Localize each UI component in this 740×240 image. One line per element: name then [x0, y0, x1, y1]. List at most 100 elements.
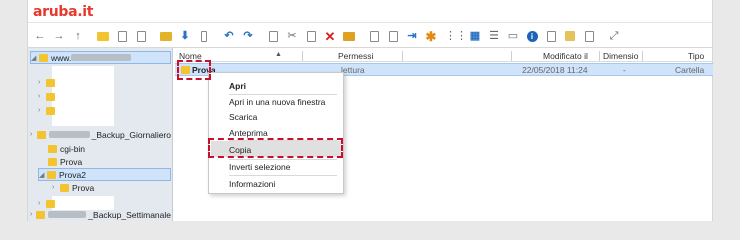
highlight-frame-file	[177, 60, 211, 80]
aruba-logo: aruba.it	[33, 4, 94, 20]
tree-item[interactable]: ›	[38, 104, 58, 117]
undo-icon[interactable]: ↶	[221, 28, 237, 44]
column-permissions[interactable]: Permessi	[338, 51, 373, 61]
edit-icon[interactable]	[543, 28, 559, 44]
tree-item-prova2[interactable]: ◢ Prova2	[38, 168, 171, 181]
new-file-icon[interactable]	[114, 28, 130, 44]
folder-icon	[46, 78, 55, 87]
redacted-area	[52, 66, 114, 126]
fullscreen-icon[interactable]: ⤢	[606, 28, 622, 44]
upload-icon[interactable]	[158, 28, 174, 44]
column-divider[interactable]	[599, 51, 600, 61]
tree-item-backup-daily[interactable]: › _Backup_Giornaliero	[30, 128, 171, 141]
delete-icon[interactable]: ✕	[322, 28, 338, 44]
file-permissions: lettura	[341, 65, 365, 75]
tree-root[interactable]: ◢ www.	[30, 51, 171, 64]
info-icon[interactable]: i	[524, 28, 540, 44]
folder-icon	[47, 170, 56, 179]
menu-item-open-new-window[interactable]: Apri in una nuova finestra	[229, 97, 325, 107]
tree-item[interactable]: ›	[38, 90, 58, 103]
chevron-right-icon[interactable]: ›	[30, 131, 37, 138]
extract-icon[interactable]: ⇥	[404, 28, 420, 44]
archive-icon[interactable]	[341, 28, 357, 44]
duplicate-icon[interactable]	[366, 28, 382, 44]
toolbar: ← → ↑ ⬇ ↶ ↷ ✂ ✕ ⇥ ✱ ⋮⋮ ▦ ☰ ▭ i ⤢	[28, 26, 712, 46]
divider	[28, 22, 712, 23]
menu-separator	[229, 175, 337, 176]
column-divider[interactable]	[642, 51, 643, 61]
view-icons-icon[interactable]: ▦	[467, 28, 483, 44]
menu-separator	[229, 159, 337, 160]
chevron-down-icon[interactable]: ◢	[39, 171, 47, 179]
tree-item-label: _Backup_Settimanale	[88, 209, 171, 220]
cut-icon[interactable]: ✂	[284, 28, 300, 44]
menu-item-download[interactable]: Scarica	[229, 112, 257, 122]
folder-icon	[36, 210, 46, 219]
chevron-right-icon[interactable]: ›	[38, 200, 46, 207]
folder-tree[interactable]: ◢ www. › › › › _Backup_Giornaliero cgi-b…	[28, 48, 173, 221]
file-type: Cartella	[675, 65, 705, 75]
tree-item-label: Prova	[72, 182, 95, 193]
copy-icon[interactable]	[265, 28, 281, 44]
folder-icon	[46, 106, 55, 115]
folder-icon	[46, 199, 55, 208]
image-icon[interactable]	[562, 28, 578, 44]
tree-item-label: Prova2	[59, 169, 86, 180]
back-icon[interactable]: ←	[32, 28, 48, 44]
file-manager-window: aruba.it ← → ↑ ⬇ ↶ ↷ ✂ ✕ ⇥ ✱ ⋮⋮ ▦ ☰ ▭ i	[27, 0, 713, 221]
redo-icon[interactable]: ↷	[240, 28, 256, 44]
folder-icon	[36, 130, 46, 139]
file-modified: 22/05/2018 11:24	[522, 65, 588, 75]
column-size[interactable]: Dimensio	[603, 51, 638, 61]
column-divider[interactable]	[302, 51, 303, 61]
new-folder-icon[interactable]	[95, 28, 111, 44]
redacted-text	[71, 54, 132, 61]
file-list-header: Nome ▲ Permessi Modificato il Dimensio T…	[175, 50, 713, 62]
column-divider[interactable]	[402, 51, 403, 61]
tree-item-prova-child[interactable]: › Prova	[52, 181, 94, 194]
highlight-frame-copy	[208, 138, 343, 158]
tree-item[interactable]: ›	[38, 76, 58, 89]
redacted-text	[48, 131, 90, 138]
folder-icon	[46, 92, 55, 101]
chevron-right-icon[interactable]: ›	[38, 107, 46, 114]
redacted-text	[48, 211, 87, 218]
resize-icon[interactable]	[581, 28, 597, 44]
view-list-icon[interactable]: ☰	[486, 28, 502, 44]
tree-item-cgi-bin[interactable]: cgi-bin	[48, 142, 85, 155]
tree-item-label: Prova	[60, 156, 83, 167]
tree-item-backup-weekly[interactable]: › _Backup_Settimanale	[30, 208, 171, 221]
context-menu: Apri Apri in una nuova finestra Scarica …	[208, 72, 344, 194]
chevron-right-icon[interactable]: ›	[52, 184, 60, 191]
select-icon[interactable]: ⋮⋮	[445, 28, 467, 44]
chevron-right-icon[interactable]: ›	[38, 79, 46, 86]
rename-icon[interactable]	[385, 28, 401, 44]
column-modified[interactable]: Modificato il	[543, 51, 588, 61]
menu-item-info[interactable]: Informazioni	[229, 179, 275, 189]
tree-root-label: www.	[51, 52, 72, 63]
menu-item-preview[interactable]: Anteprima	[229, 128, 268, 138]
folder-icon	[48, 144, 57, 153]
menu-separator	[229, 94, 337, 95]
up-icon[interactable]: ↑	[70, 28, 86, 44]
tree-item-label: cgi-bin	[60, 143, 86, 154]
star-icon[interactable]: ✱	[423, 28, 439, 44]
menu-item-invert-selection[interactable]: Inverti selezione	[229, 162, 290, 172]
menu-item-open[interactable]: Apri	[229, 81, 246, 91]
mobile-icon[interactable]	[196, 28, 212, 44]
tree-item-prova[interactable]: Prova	[48, 155, 82, 168]
sort-icon[interactable]: ▲	[275, 51, 282, 58]
folder-icon	[39, 53, 48, 62]
paste-icon[interactable]	[303, 28, 319, 44]
file-size: -	[623, 65, 626, 75]
forward-icon[interactable]: →	[51, 28, 67, 44]
download-icon[interactable]: ⬇	[177, 28, 193, 44]
open-icon[interactable]	[133, 28, 149, 44]
chevron-down-icon[interactable]: ◢	[31, 54, 39, 62]
preview-icon[interactable]: ▭	[505, 28, 521, 44]
folder-icon	[60, 183, 69, 192]
column-type[interactable]: Tipo	[688, 51, 704, 61]
chevron-right-icon[interactable]: ›	[38, 93, 46, 100]
tree-item-label: _Backup_Giornaliero	[91, 129, 171, 140]
column-divider[interactable]	[511, 51, 512, 61]
